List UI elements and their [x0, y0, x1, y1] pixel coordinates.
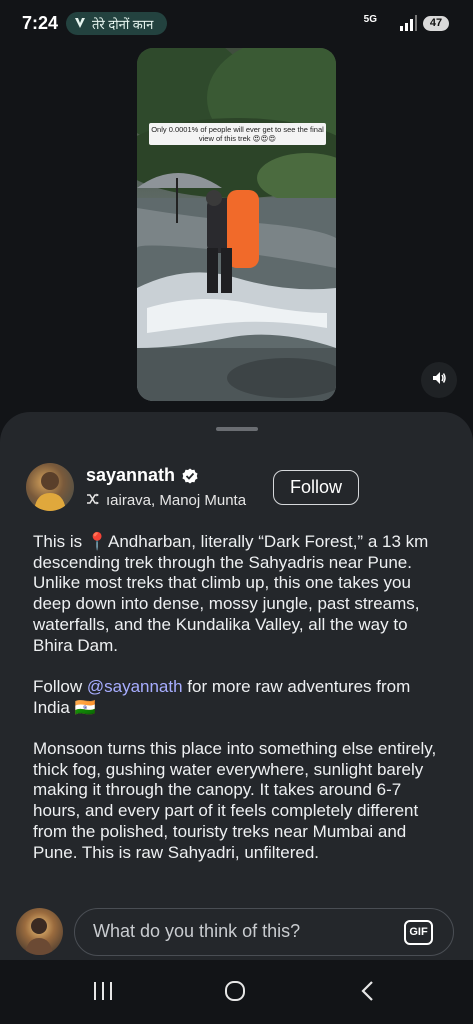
mention-link[interactable]: @sayannath [87, 677, 183, 696]
recent-apps-button[interactable] [88, 978, 118, 1008]
home-icon [223, 979, 247, 1008]
follow-button[interactable]: Follow [273, 470, 359, 505]
status-bar: 7:24 तेरे दोनों कान 5G 47 [0, 0, 473, 46]
music-app-icon [74, 16, 86, 32]
audio-track-label: ıairava, Manoj Munta [106, 492, 247, 509]
now-playing-title: तेरे दोनों कान [92, 16, 154, 32]
author-username-row[interactable]: sayannath [86, 465, 199, 486]
current-user-avatar[interactable] [16, 908, 63, 955]
network-label: 5G [363, 14, 377, 25]
back-icon [359, 980, 375, 1007]
gif-button[interactable]: GIF [404, 920, 433, 945]
description-paragraph: Follow @sayannath for more raw adventure… [33, 677, 445, 718]
back-button[interactable] [352, 978, 382, 1008]
sheet-drag-handle[interactable] [216, 427, 258, 431]
post-description: This is 📍Andharban, literally “Dark Fore… [33, 532, 445, 884]
comment-bar: What do you think of this? GIF [0, 896, 473, 960]
verified-badge-icon [181, 467, 199, 485]
recent-apps-icon [92, 981, 114, 1006]
post-details-sheet: sayannath ıairava, Manoj Munta Follow Th… [0, 412, 473, 972]
comment-placeholder: What do you think of this? [93, 921, 301, 941]
clock: 7:24 [22, 13, 59, 33]
video-frame [137, 48, 336, 401]
now-playing-pill[interactable]: तेरे दोनों कान [66, 12, 168, 35]
audio-attribution[interactable]: ıairava, Manoj Munta [86, 492, 246, 509]
comment-input[interactable]: What do you think of this? GIF [74, 908, 454, 956]
author-username[interactable]: sayannath [86, 465, 175, 486]
sound-toggle-button[interactable] [421, 362, 457, 398]
shuffle-icon [86, 492, 100, 509]
home-button[interactable] [220, 978, 250, 1008]
battery-indicator: 47 [423, 16, 449, 31]
description-paragraph: This is 📍Andharban, literally “Dark Fore… [33, 532, 429, 655]
follow-prompt-text: Follow [33, 676, 87, 696]
author-avatar[interactable] [26, 463, 74, 511]
video-player[interactable] [137, 48, 336, 401]
video-caption: Only 0.0001% of people will ever get to … [149, 123, 326, 145]
signal-icon [398, 14, 418, 32]
system-navigation-bar [0, 960, 473, 1024]
description-paragraph: Monsoon turns this place into something … [33, 739, 437, 862]
speaker-icon [431, 370, 447, 391]
